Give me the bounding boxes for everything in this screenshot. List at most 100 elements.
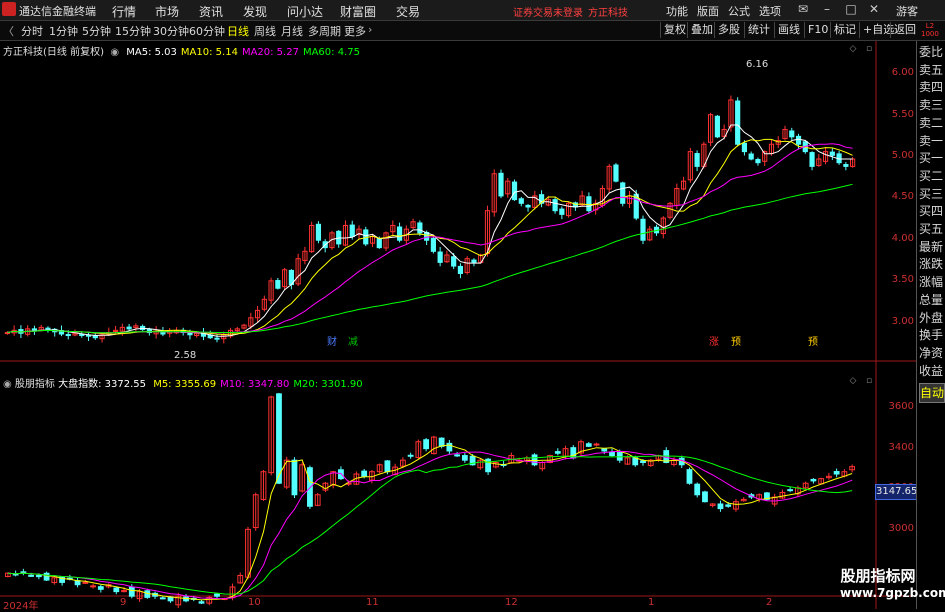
- period-1min[interactable]: 1分钟: [49, 23, 78, 39]
- price-ma-label: MA10: 5.14: [180, 47, 238, 58]
- event-marker-zhang[interactable]: 涨: [709, 333, 719, 348]
- event-marker-yu[interactable]: 预: [731, 333, 741, 348]
- candle-body: [214, 337, 220, 340]
- x-tick: 11: [366, 597, 379, 608]
- user-label[interactable]: 游客: [896, 3, 918, 19]
- period-15min[interactable]: 15分钟: [115, 23, 151, 39]
- side-panel-item[interactable]: 换手: [919, 326, 945, 344]
- side-panel-item[interactable]: 委比: [919, 43, 945, 61]
- side-panel-item[interactable]: 收益: [919, 362, 945, 380]
- biaoji-button[interactable]: 标记: [830, 22, 859, 38]
- period-monthly[interactable]: 月线: [281, 23, 303, 39]
- candle-body: [686, 469, 693, 484]
- panel-restore-icon[interactable]: ▫: [864, 44, 874, 54]
- menu-xuanxiang[interactable]: 选项: [759, 3, 781, 19]
- message-icon[interactable]: ✉: [795, 1, 811, 17]
- period-multi[interactable]: 多周期: [308, 23, 341, 39]
- side-panel-item[interactable]: 卖五: [919, 61, 945, 79]
- close-icon[interactable]: ✕: [866, 1, 882, 17]
- minimize-icon[interactable]: –: [819, 1, 835, 17]
- low-price-label: 2.58: [174, 350, 197, 361]
- watermark-title: 股朋指标网: [840, 567, 916, 585]
- f10-button[interactable]: F10: [804, 22, 831, 38]
- huaxian-button[interactable]: 画线: [774, 22, 803, 38]
- candle-body: [20, 571, 27, 574]
- tongji-button[interactable]: 统计: [744, 22, 773, 38]
- current-stock-name: 方正科技: [588, 8, 628, 19]
- candle-body: [446, 442, 453, 452]
- candle-body: [609, 451, 615, 457]
- period-5min[interactable]: 5分钟: [82, 23, 111, 39]
- side-panel-item[interactable]: 买一: [919, 149, 945, 167]
- price-ma-label: MA60: 4.75: [302, 47, 360, 58]
- ma-line: [7, 450, 853, 600]
- candle-body: [315, 223, 322, 241]
- candle-body: [451, 256, 457, 267]
- candle-body: [586, 196, 592, 212]
- candle-body: [613, 164, 619, 182]
- login-warning[interactable]: 证券交易未登录: [513, 4, 583, 19]
- menu-banmian[interactable]: 版面: [697, 3, 719, 19]
- side-panel-item[interactable]: 最新: [919, 238, 945, 256]
- side-panel-item[interactable]: 总量: [919, 291, 945, 309]
- menu-gongshi[interactable]: 公式: [728, 3, 750, 19]
- side-panel-item[interactable]: 买二: [919, 167, 945, 185]
- ma-line: [7, 124, 853, 337]
- panel-settings-icon[interactable]: ◇: [848, 44, 858, 54]
- side-panel-item[interactable]: 买五: [919, 220, 945, 238]
- candle-body: [28, 574, 35, 577]
- event-marker-yu[interactable]: 预: [808, 333, 818, 348]
- event-marker-jian[interactable]: 减: [348, 333, 358, 348]
- side-panel-item[interactable]: 外盘: [919, 309, 945, 327]
- menu-hangqing[interactable]: 行情: [112, 3, 136, 20]
- more-arrow-icon[interactable]: ›: [368, 23, 372, 36]
- back-button[interactable]: 返回: [890, 22, 919, 38]
- period-daily[interactable]: 日线: [227, 23, 249, 39]
- menu-zixun[interactable]: 资讯: [199, 3, 223, 20]
- candle-body: [349, 224, 355, 238]
- side-panel-item[interactable]: 净资: [919, 344, 945, 362]
- period-more[interactable]: 更多: [344, 23, 366, 39]
- side-panel-item[interactable]: 卖三: [919, 96, 945, 114]
- diejia-button[interactable]: 叠加: [687, 22, 716, 38]
- menu-caifuquan[interactable]: 财富圈: [340, 3, 376, 20]
- indicator-collapse-icon[interactable]: ◉: [3, 379, 15, 390]
- side-panel-item[interactable]: 买三: [919, 185, 945, 203]
- event-marker-cai[interactable]: 财: [327, 333, 337, 348]
- candle-body: [789, 130, 795, 138]
- side-panel-item[interactable]: 卖一: [919, 132, 945, 150]
- candle-body: [307, 467, 313, 507]
- candle-body: [795, 135, 802, 145]
- fuquan-button[interactable]: 复权: [660, 22, 689, 38]
- collapse-icon[interactable]: ◉: [107, 47, 119, 58]
- candle-body: [361, 470, 368, 477]
- side-panel-item[interactable]: 卖四: [919, 78, 945, 96]
- period-weekly[interactable]: 周线: [254, 23, 276, 39]
- period-fenshi[interactable]: 分时: [21, 23, 43, 39]
- period-30min[interactable]: 30分钟: [153, 23, 189, 39]
- side-panel-item[interactable]: 买四: [919, 202, 945, 220]
- maximize-icon[interactable]: □: [843, 1, 859, 17]
- side-panel-item[interactable]: 涨幅: [919, 273, 945, 291]
- menu-faxian[interactable]: 发现: [243, 3, 267, 20]
- side-panel-item[interactable]: 涨跌: [919, 255, 945, 273]
- toolbar-left-arrow-icon[interactable]: 〈: [3, 23, 14, 39]
- index-ma-label: M20: 3301.90: [293, 379, 363, 390]
- index-ytick: 3600: [888, 401, 914, 412]
- menu-shichang[interactable]: 市场: [155, 3, 179, 20]
- candle-body: [97, 586, 104, 590]
- period-60min[interactable]: 60分钟: [189, 23, 225, 39]
- candle-body: [518, 198, 524, 204]
- candle-body: [809, 152, 815, 167]
- duogu-button[interactable]: 多股: [714, 22, 743, 38]
- candle-body: [552, 199, 558, 212]
- menu-gongneng[interactable]: 功能: [666, 3, 688, 19]
- chart-canvas[interactable]: [0, 41, 916, 609]
- menu-jiaoyi[interactable]: 交易: [396, 3, 420, 20]
- menu-wenxiaoda[interactable]: 问小达: [287, 3, 323, 20]
- candle-body: [787, 489, 794, 492]
- auto-button[interactable]: 自动: [919, 383, 945, 403]
- side-panel-item[interactable]: 卖二: [919, 114, 945, 132]
- indicator-restore-icon[interactable]: ▫: [864, 376, 874, 386]
- indicator-settings-icon[interactable]: ◇: [848, 376, 858, 386]
